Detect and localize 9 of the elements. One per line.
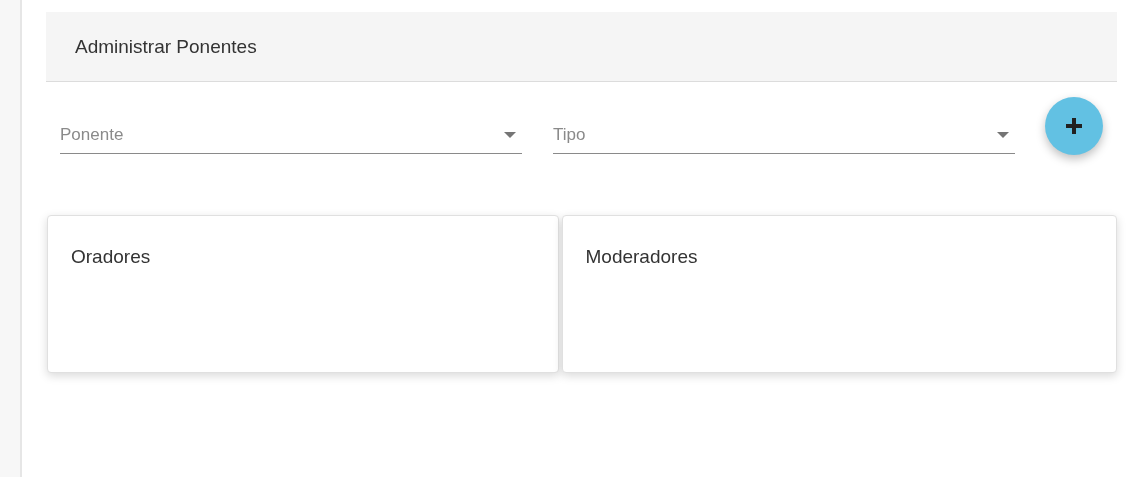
panel-title: Administrar Ponentes <box>75 35 257 58</box>
caret-icon <box>997 132 1009 138</box>
caret-icon <box>504 132 516 138</box>
select-field[interactable]: Ponente <box>60 117 522 154</box>
card-title: Oradores <box>71 246 151 267</box>
add-button[interactable] <box>1045 97 1103 155</box>
card-title: Moderadores <box>585 246 698 267</box>
plus-icon <box>1065 117 1083 135</box>
select-field[interactable]: Tipo <box>553 117 1015 154</box>
